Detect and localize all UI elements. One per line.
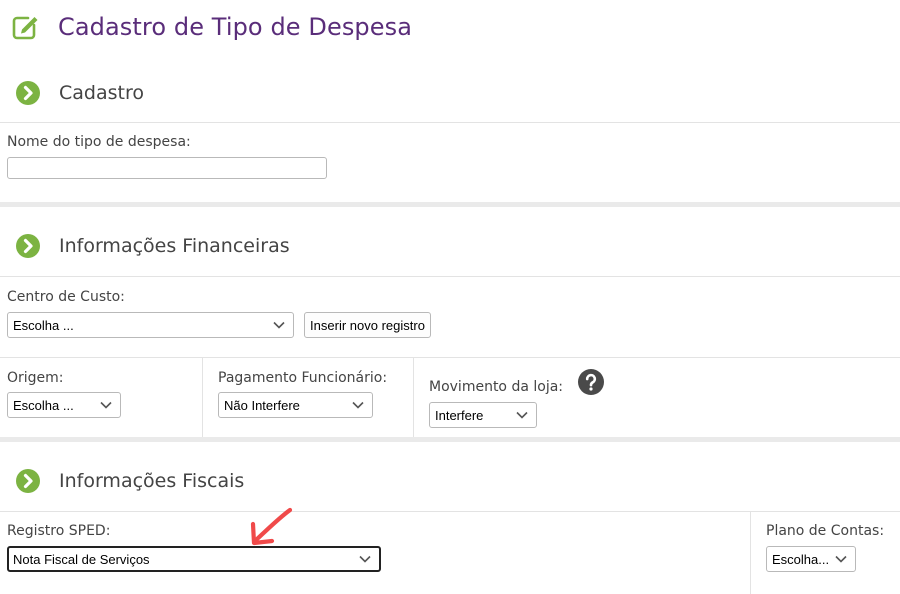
divider — [0, 122, 900, 123]
plano-contas-select[interactable]: Escolha... — [766, 546, 856, 572]
section-title-fiscais: Informações Fiscais — [59, 470, 245, 492]
page-title: Cadastro de Tipo de Despesa — [10, 10, 412, 44]
section-header-fiscais: Informações Fiscais — [0, 459, 900, 503]
chevron-down-icon — [516, 411, 528, 419]
section-title-financeiras: Informações Financeiras — [59, 235, 290, 257]
pagamento-funcionario-label: Pagamento Funcionário: — [218, 370, 388, 386]
chevron-down-icon — [835, 555, 847, 563]
divider — [0, 276, 900, 277]
nome-tipo-despesa-input[interactable] — [7, 157, 327, 179]
plano-contas-value: Escolha... — [772, 551, 830, 567]
chevron-right-circle-icon — [16, 81, 40, 105]
inserir-novo-registro-button[interactable]: Inserir novo registro — [304, 312, 431, 338]
section-separator — [0, 437, 900, 442]
centro-custo-value: Escolha ... — [13, 317, 74, 333]
section-title-cadastro: Cadastro — [59, 82, 144, 104]
red-arrow-icon — [250, 507, 293, 546]
question-circle-icon[interactable] — [578, 369, 604, 395]
edit-icon — [12, 16, 38, 40]
movimento-loja-select[interactable]: Interfere — [429, 402, 537, 428]
chevron-down-icon — [352, 401, 364, 409]
movimento-loja-value: Interfere — [435, 407, 484, 423]
divider — [0, 511, 900, 512]
divider — [0, 357, 900, 358]
nome-label: Nome do tipo de despesa: — [7, 134, 191, 150]
centro-custo-select[interactable]: Escolha ... — [7, 312, 294, 338]
column-divider — [413, 357, 414, 437]
column-divider — [750, 511, 751, 594]
registro-sped-value: Nota Fiscal de Serviços — [13, 551, 150, 567]
chevron-right-circle-icon — [16, 234, 40, 258]
pagamento-funcionario-value: Não Interfere — [224, 397, 300, 413]
section-header-financeiras: Informações Financeiras — [0, 224, 900, 268]
chevron-down-icon — [273, 321, 285, 329]
section-header-cadastro: Cadastro — [0, 71, 900, 115]
movimento-loja-label: Movimento da loja: — [429, 379, 564, 395]
origem-select[interactable]: Escolha ... — [7, 392, 121, 418]
chevron-right-circle-icon — [16, 469, 40, 493]
chevron-down-icon — [100, 401, 112, 409]
registro-sped-select[interactable]: Nota Fiscal de Serviços — [7, 546, 381, 572]
section-separator — [0, 202, 900, 207]
column-divider — [202, 357, 203, 437]
origem-label: Origem: — [7, 370, 64, 386]
registro-sped-label: Registro SPED: — [7, 523, 111, 539]
chevron-down-icon — [359, 555, 371, 563]
centro-custo-label: Centro de Custo: — [7, 289, 125, 305]
origem-value: Escolha ... — [13, 397, 74, 413]
pagamento-funcionario-select[interactable]: Não Interfere — [218, 392, 373, 418]
page-title-text: Cadastro de Tipo de Despesa — [58, 13, 413, 41]
plano-contas-label: Plano de Contas: — [766, 523, 885, 539]
